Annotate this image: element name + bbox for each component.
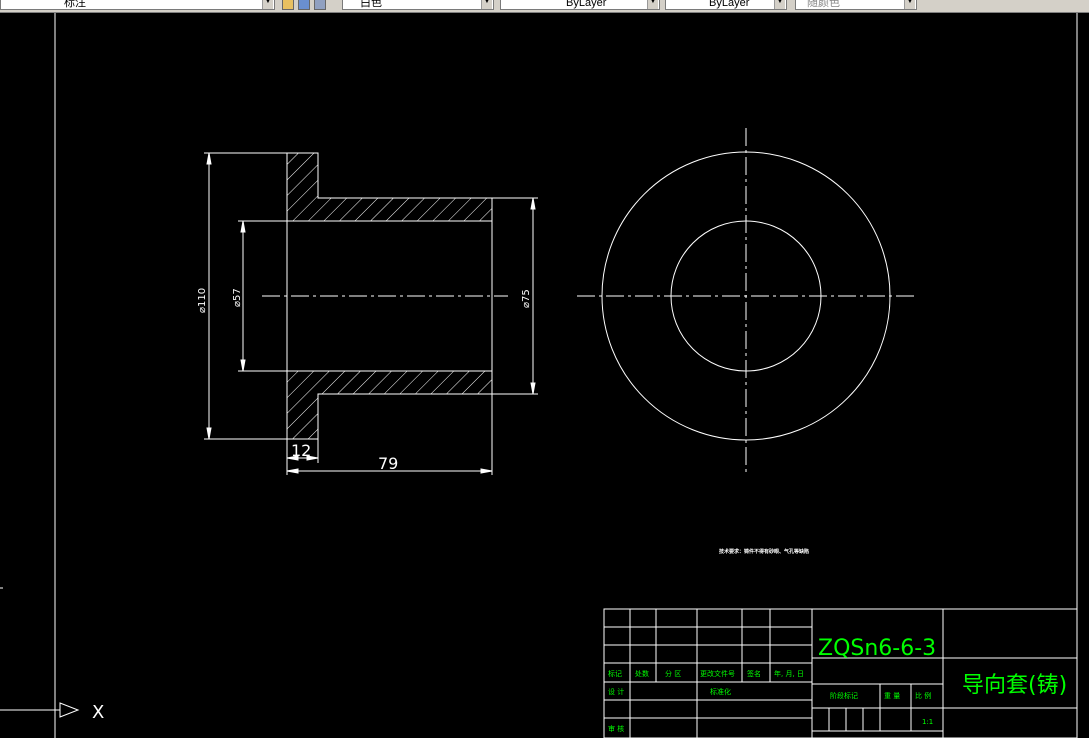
chevron-down-icon[interactable]: ▼: [262, 0, 273, 9]
hdr-stage: 阶段标记: [830, 691, 858, 700]
hdr-count: 处数: [635, 669, 649, 678]
chevron-down-icon[interactable]: ▼: [481, 0, 492, 9]
dim-bore-dia: ⌀57: [232, 288, 243, 307]
layer-state-icon[interactable]: [282, 0, 294, 10]
drawing-canvas[interactable]: ⌀110 ⌀57 ⌀75 12 79 技术要求：铸件不得有砂眼、气孔等缺陷 ZQ…: [0, 13, 1089, 738]
hdr-scale: 比 例: [915, 691, 931, 700]
lineweight-dropdown-value: ByLayer: [709, 0, 750, 9]
scale-value: 1:1: [922, 718, 933, 726]
hdr-docno: 更改文件号: [700, 669, 735, 678]
color-dropdown[interactable]: 白色 ▼: [342, 0, 494, 10]
color-dropdown-value: 白色: [360, 0, 382, 9]
drawing-border: [0, 13, 1078, 738]
hdr-review: 审 核: [608, 724, 624, 733]
chevron-down-icon[interactable]: ▼: [774, 0, 785, 9]
hdr-std: 标准化: [710, 687, 731, 696]
hdr-mark: 标记: [608, 669, 622, 678]
hdr-zone: 分 区: [665, 669, 681, 678]
part-name-label: 导向套(铸): [962, 673, 1067, 698]
dim-body-dia: ⌀75: [521, 289, 532, 308]
section-view: [262, 152, 508, 440]
dim-overall-dia: ⌀110: [197, 288, 208, 313]
end-view: [577, 128, 915, 472]
dim-length: 79: [378, 454, 398, 473]
layer-dropdown[interactable]: 标注 ▼: [0, 0, 275, 10]
hdr-date: 年, 月, 日: [774, 669, 804, 678]
hdr-design: 设 计: [608, 687, 624, 696]
linetype-dropdown-value: ByLayer: [566, 0, 607, 9]
chevron-down-icon[interactable]: ▼: [647, 0, 658, 9]
layer-dropdown-value: 标注: [64, 0, 86, 9]
lineweight-dropdown[interactable]: ByLayer ▼: [665, 0, 787, 10]
linetype-dropdown[interactable]: ByLayer ▼: [500, 0, 660, 10]
hatch-top: [286, 152, 493, 222]
ucs-x-label: X: [92, 702, 104, 723]
properties-toolbar: 标注 ▼ 白色 ▼ ByLayer ▼ ByLayer ▼ 随颜色 ▼: [0, 0, 1089, 13]
hdr-weight: 重 量: [884, 692, 900, 700]
chevron-down-icon[interactable]: ▼: [904, 0, 915, 9]
dim-flange-thk: 12: [291, 441, 311, 460]
plotstyle-dropdown-value: 随颜色: [807, 0, 840, 9]
plotstyle-dropdown[interactable]: 随颜色 ▼: [795, 0, 917, 10]
layer-manager-icon[interactable]: [298, 0, 310, 10]
hdr-sign: 签名: [747, 669, 761, 678]
layer-previous-icon[interactable]: [314, 0, 326, 10]
material-label: ZQSn6-6-3: [818, 636, 936, 661]
technical-note: 技术要求：铸件不得有砂眼、气孔等缺陷: [719, 548, 809, 555]
ucs-icon: [0, 702, 80, 718]
